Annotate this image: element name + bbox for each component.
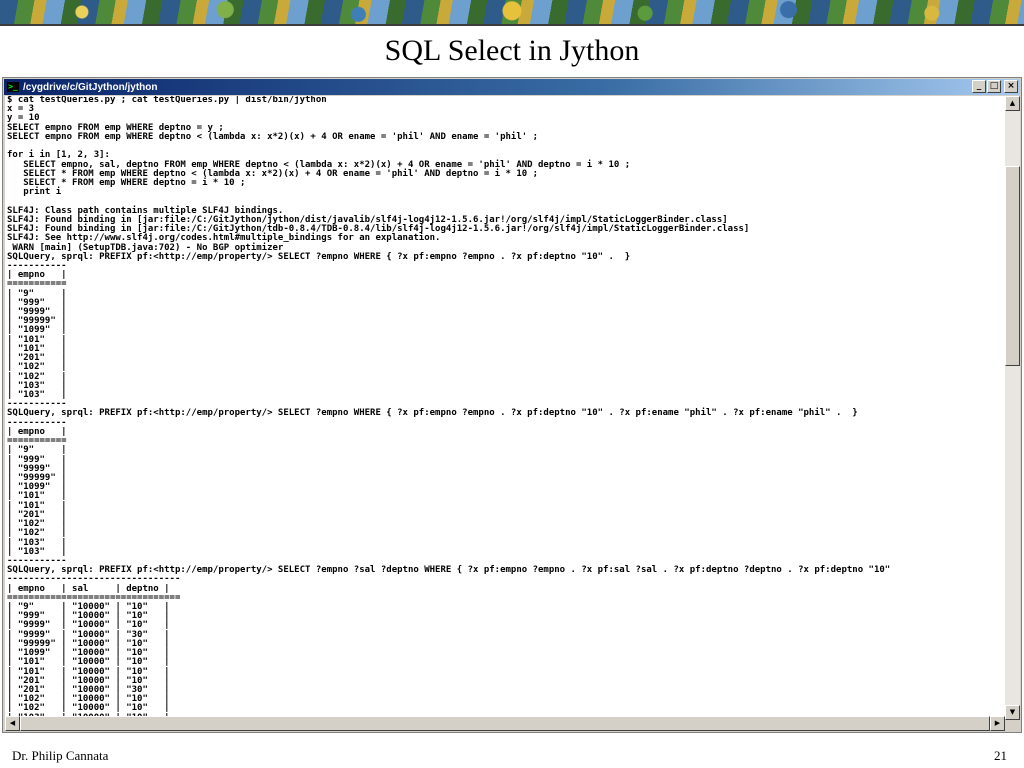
window-titlebar[interactable]: >_ /cygdrive/c/GitJython/jython _ □ × <box>4 79 1020 95</box>
horizontal-scroll-thumb[interactable] <box>20 716 990 731</box>
scroll-right-button[interactable]: ▶ <box>990 716 1005 731</box>
console-line: SQLQuery, sprql: PREFIX pf:<http://emp/p… <box>7 251 631 262</box>
console-line: SELECT empno FROM emp WHERE deptno < (la… <box>7 131 539 142</box>
scroll-up-button[interactable]: ▲ <box>1005 96 1020 111</box>
window-controls: _ □ × <box>972 80 1018 93</box>
console-line: $ cat testQueries.py ; cat testQueries.p… <box>7 96 327 105</box>
slide-page-number: 21 <box>994 748 1007 763</box>
minimize-button[interactable]: _ <box>972 80 986 93</box>
slide-title: SQL Select in Jython <box>384 34 640 67</box>
console-output[interactable]: $ cat testQueries.py ; cat testQueries.p… <box>5 96 1005 720</box>
console-text: $ cat testQueries.py ; cat testQueries.p… <box>5 96 1005 720</box>
console-line: SQLQuery, sprql: PREFIX pf:<http://emp/p… <box>7 408 858 419</box>
stained-glass-banner <box>0 0 1024 24</box>
banner-divider <box>0 24 1024 26</box>
console-line: print i <box>7 187 62 198</box>
maximize-button[interactable]: □ <box>987 80 1001 93</box>
slide-author: Dr. Philip Cannata <box>12 748 109 763</box>
terminal-window[interactable]: >_ /cygdrive/c/GitJython/jython _ □ × $ … <box>2 77 1022 733</box>
scroll-down-button[interactable]: ▼ <box>1005 705 1020 720</box>
close-button[interactable]: × <box>1004 80 1018 93</box>
horizontal-scrollbar[interactable]: ◀ ▶ <box>5 716 1005 731</box>
vertical-scroll-thumb[interactable] <box>1005 166 1020 366</box>
vertical-scrollbar[interactable]: ▲ ▼ <box>1005 96 1020 720</box>
scroll-left-button[interactable]: ◀ <box>5 716 20 731</box>
window-title: /cygdrive/c/GitJython/jython <box>23 81 158 93</box>
terminal-icon[interactable]: >_ <box>7 82 19 92</box>
